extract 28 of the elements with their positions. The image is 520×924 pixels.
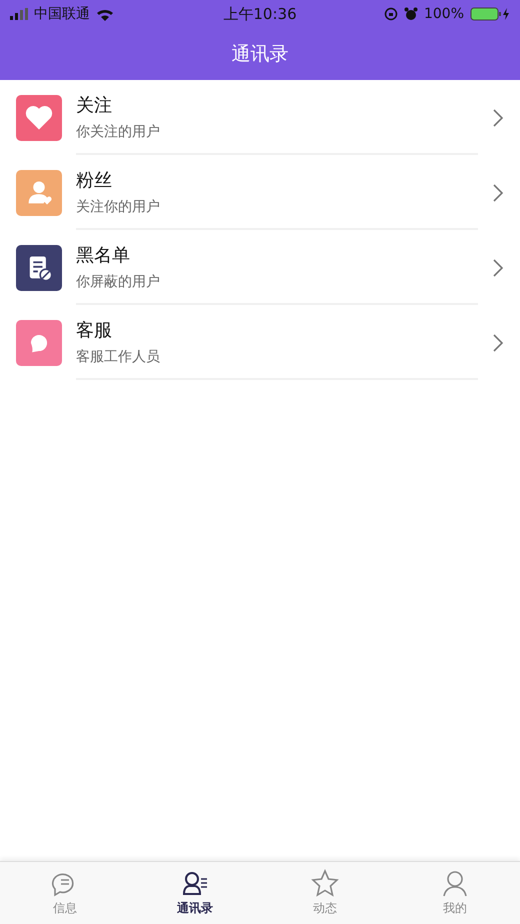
wifi-icon	[96, 8, 114, 20]
chevron-icon	[492, 182, 504, 202]
item-subtitle: 你关注的用户	[76, 122, 161, 140]
chevron-icon	[492, 108, 504, 128]
item-title: 粉丝	[76, 168, 113, 192]
tab-bar-item[interactable]: 通讯录	[130, 862, 260, 924]
page-title: 通讯录	[232, 42, 288, 67]
item-subtitle: 你屏蔽的用户	[76, 272, 161, 290]
item-title: 关注	[76, 94, 113, 116]
battery-charging-icon	[470, 7, 510, 21]
clock-time: 上午10:36	[222, 4, 298, 24]
chevron-icon	[492, 332, 504, 352]
chevron-icon	[492, 258, 504, 278]
item-title: 客服	[76, 318, 113, 342]
carrier-name: 中国联通	[34, 5, 90, 23]
contacts-icon	[181, 869, 209, 897]
contact-category-item[interactable]: 黑名单 你屏蔽的用户	[0, 230, 520, 305]
item-title: 黑名单	[76, 244, 131, 266]
contact-category-item[interactable]: 关注 你关注的用户	[0, 80, 520, 155]
person-icon	[441, 869, 469, 897]
contact-category-item[interactable]: 客服 客服工作人员	[0, 305, 520, 380]
rotation-lock-icon	[384, 7, 398, 21]
battery-percent: 100%	[424, 6, 464, 22]
item-subtitle: 客服工作人员	[76, 348, 161, 366]
star-icon	[311, 869, 339, 897]
item-subtitle: 关注你的用户	[76, 198, 161, 216]
contact-category-item[interactable]: 粉丝 关注你的用户	[0, 155, 520, 230]
signal-icon	[10, 8, 28, 20]
